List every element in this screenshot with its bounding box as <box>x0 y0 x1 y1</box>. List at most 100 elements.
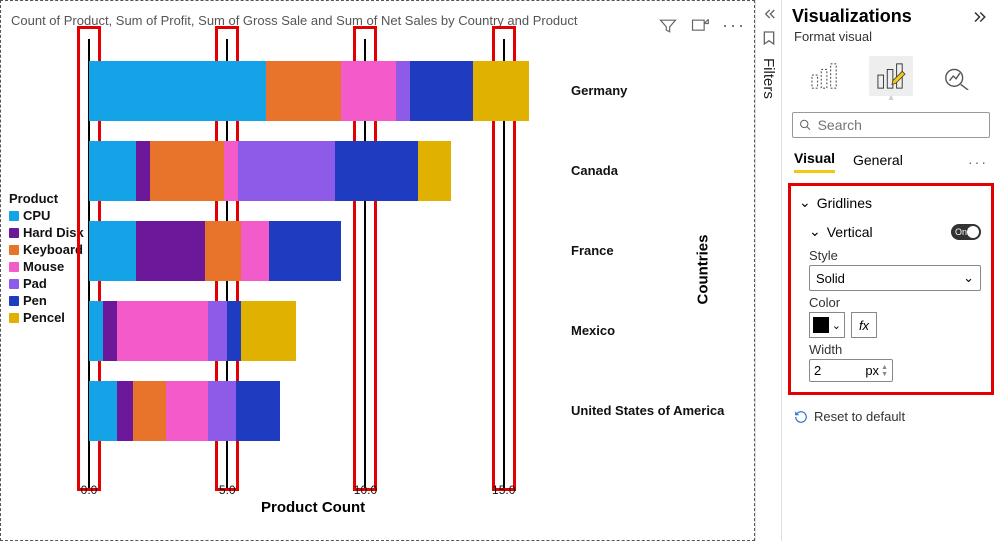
legend: Product CPU Hard Disk Keyboard Mouse Pad Pen P… <box>9 191 84 327</box>
bar-segment[interactable] <box>89 381 117 441</box>
bar-row[interactable] <box>89 301 296 361</box>
legend-item[interactable]: CPU <box>9 208 84 223</box>
bar-segment[interactable] <box>418 141 451 201</box>
search-icon <box>799 118 812 132</box>
bar-segment[interactable] <box>205 221 241 281</box>
y-axis-title: Countries <box>694 234 711 304</box>
bar-segment[interactable] <box>341 61 396 121</box>
legend-item[interactable]: Pencel <box>9 310 84 325</box>
chart-plot <box>89 39 559 489</box>
bar-segment[interactable] <box>136 221 205 281</box>
width-input[interactable]: 2 px ▲▼ <box>809 359 893 382</box>
y-axis-label: Germany <box>571 83 627 98</box>
legend-item[interactable]: Hard Disk <box>9 225 84 240</box>
bar-segment[interactable] <box>227 301 241 361</box>
x-axis-title: Product Count <box>261 499 365 516</box>
bar-row[interactable] <box>89 221 341 281</box>
spinner-icon[interactable]: ▲▼ <box>881 364 888 378</box>
bar-row[interactable] <box>89 61 529 121</box>
tab-general[interactable]: General <box>853 152 903 172</box>
build-visual-icon <box>810 62 840 90</box>
bar-segment[interactable] <box>103 301 117 361</box>
gridlines-section: ⌄ Gridlines ⌄ Vertical On Style Solid ⌄ … <box>788 183 994 395</box>
bar-segment[interactable] <box>208 301 227 361</box>
bar-segment[interactable] <box>236 381 280 441</box>
y-axis-label: Canada <box>571 163 618 178</box>
gridlines-title: Gridlines <box>817 195 872 211</box>
reset-icon <box>794 410 808 424</box>
tab-visual[interactable]: Visual <box>794 150 835 173</box>
reset-to-default[interactable]: Reset to default <box>782 401 1000 432</box>
bar-segment[interactable] <box>89 221 136 281</box>
x-axis-tick: 5.0 <box>219 483 236 497</box>
y-axis-label: France <box>571 243 614 258</box>
width-unit: px <box>865 363 879 378</box>
bar-segment[interactable] <box>224 141 238 201</box>
bar-segment[interactable] <box>473 61 528 121</box>
bar-segment[interactable] <box>208 381 236 441</box>
width-value: 2 <box>814 363 821 378</box>
build-visual-tab[interactable] <box>803 56 847 96</box>
format-mode-tabs <box>782 50 1000 96</box>
format-visual-tab[interactable] <box>869 56 913 96</box>
style-value: Solid <box>816 271 845 286</box>
legend-title: Product <box>9 191 84 206</box>
bookmark-icon <box>761 30 777 46</box>
bar-segment[interactable] <box>166 381 207 441</box>
legend-item[interactable]: Keyboard <box>9 242 84 257</box>
bar-segment[interactable] <box>117 301 208 361</box>
x-axis-tick: 10.0 <box>354 483 377 497</box>
gridlines-header[interactable]: ⌄ Gridlines <box>791 186 991 219</box>
bar-segment[interactable] <box>117 381 134 441</box>
x-axis-tick: 0.0 <box>81 483 98 497</box>
format-visual-icon <box>876 62 906 90</box>
bar-segment[interactable] <box>410 61 474 121</box>
bar-segment[interactable] <box>133 381 166 441</box>
more-options-icon[interactable]: ··· <box>722 15 746 36</box>
bar-segment[interactable] <box>238 141 335 201</box>
expand-chevrons-icon[interactable] <box>972 8 990 26</box>
filters-label: Filters <box>760 58 777 99</box>
search-field[interactable] <box>818 117 983 133</box>
style-label: Style <box>809 248 981 263</box>
bar-segment[interactable] <box>136 141 150 201</box>
panel-title: Visualizations <box>792 6 912 27</box>
color-swatch <box>813 317 829 333</box>
bar-segment[interactable] <box>241 301 296 361</box>
bar-segment[interactable] <box>150 141 225 201</box>
bar-row[interactable] <box>89 381 280 441</box>
bar-segment[interactable] <box>396 61 410 121</box>
legend-item[interactable]: Mouse <box>9 259 84 274</box>
reset-label: Reset to default <box>814 409 905 424</box>
color-fx-button[interactable]: fx <box>851 312 877 338</box>
format-visual-label: Format visual <box>782 29 1000 50</box>
filter-icon[interactable] <box>658 16 678 36</box>
focus-mode-icon[interactable] <box>690 16 710 36</box>
color-label: Color <box>809 295 981 310</box>
bar-segment[interactable] <box>269 221 341 281</box>
chevron-down-icon: ⌄ <box>963 270 974 286</box>
bar-segment[interactable] <box>89 141 136 201</box>
bar-segment[interactable] <box>335 141 418 201</box>
format-tabs: Visual General ··· <box>782 144 1000 173</box>
filters-pane-collapsed[interactable]: Filters <box>755 0 781 541</box>
analytics-tab[interactable] <box>935 56 979 96</box>
vertical-toggle[interactable]: On <box>951 224 981 240</box>
tabs-more-icon[interactable]: ··· <box>968 154 988 170</box>
chevron-down-icon: ⌄ <box>809 223 821 240</box>
legend-item[interactable]: Pen <box>9 293 84 308</box>
bar-row[interactable] <box>89 141 451 201</box>
style-select[interactable]: Solid ⌄ <box>809 265 981 291</box>
chart-header-actions: ··· <box>658 15 746 36</box>
search-input[interactable] <box>792 112 990 138</box>
chevron-down-icon: ⌄ <box>832 319 841 332</box>
color-picker[interactable]: ⌄ <box>809 312 845 338</box>
legend-item[interactable]: Pad <box>9 276 84 291</box>
analytics-icon <box>942 62 972 90</box>
bar-segment[interactable] <box>241 221 269 281</box>
bar-segment[interactable] <box>89 61 266 121</box>
collapse-chevrons-icon[interactable] <box>761 6 777 22</box>
vertical-label: Vertical <box>827 224 873 240</box>
bar-segment[interactable] <box>266 61 341 121</box>
bar-segment[interactable] <box>89 301 103 361</box>
